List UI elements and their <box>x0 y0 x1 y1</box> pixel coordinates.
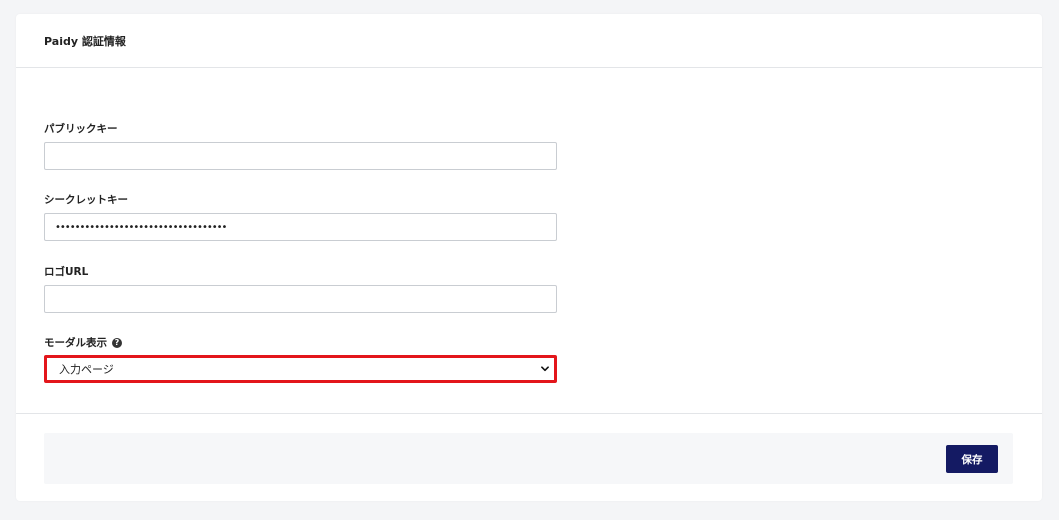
public-key-input[interactable] <box>44 142 557 170</box>
save-button[interactable]: 保存 <box>946 445 998 473</box>
logo-url-field: ロゴURL <box>44 265 557 313</box>
chevron-down-icon <box>541 365 549 373</box>
logo-url-label: ロゴURL <box>44 265 557 279</box>
modal-display-select[interactable]: 入力ページ <box>44 355 557 383</box>
modal-display-label-text: モーダル表示 <box>44 337 107 349</box>
secret-key-label: シークレットキー <box>44 193 557 207</box>
modal-display-field: モーダル表示 ? 入力ページ <box>44 336 557 383</box>
secret-key-field: シークレットキー <box>44 193 557 241</box>
card-header: Paidy 認証情報 <box>16 14 1042 68</box>
public-key-field: パブリックキー <box>44 122 557 170</box>
secret-key-input[interactable] <box>44 213 557 241</box>
logo-url-input[interactable] <box>44 285 557 313</box>
modal-display-label: モーダル表示 ? <box>44 336 557 350</box>
modal-display-selected-value: 入力ページ <box>59 363 114 376</box>
paidy-auth-card: Paidy 認証情報 パブリックキー シークレットキー ロゴURL モーダル表示… <box>16 14 1042 501</box>
secret-key-label-text: シークレットキー <box>44 194 128 206</box>
card-footer: 保存 <box>44 433 1013 484</box>
public-key-label-text: パブリックキー <box>44 123 118 135</box>
public-key-label: パブリックキー <box>44 122 557 136</box>
question-circle-icon[interactable]: ? <box>112 338 122 348</box>
card-title: Paidy 認証情報 <box>44 34 126 48</box>
logo-url-label-text: ロゴURL <box>44 266 89 278</box>
card-body: パブリックキー シークレットキー ロゴURL モーダル表示 ? 入力ページ <box>16 69 1042 414</box>
